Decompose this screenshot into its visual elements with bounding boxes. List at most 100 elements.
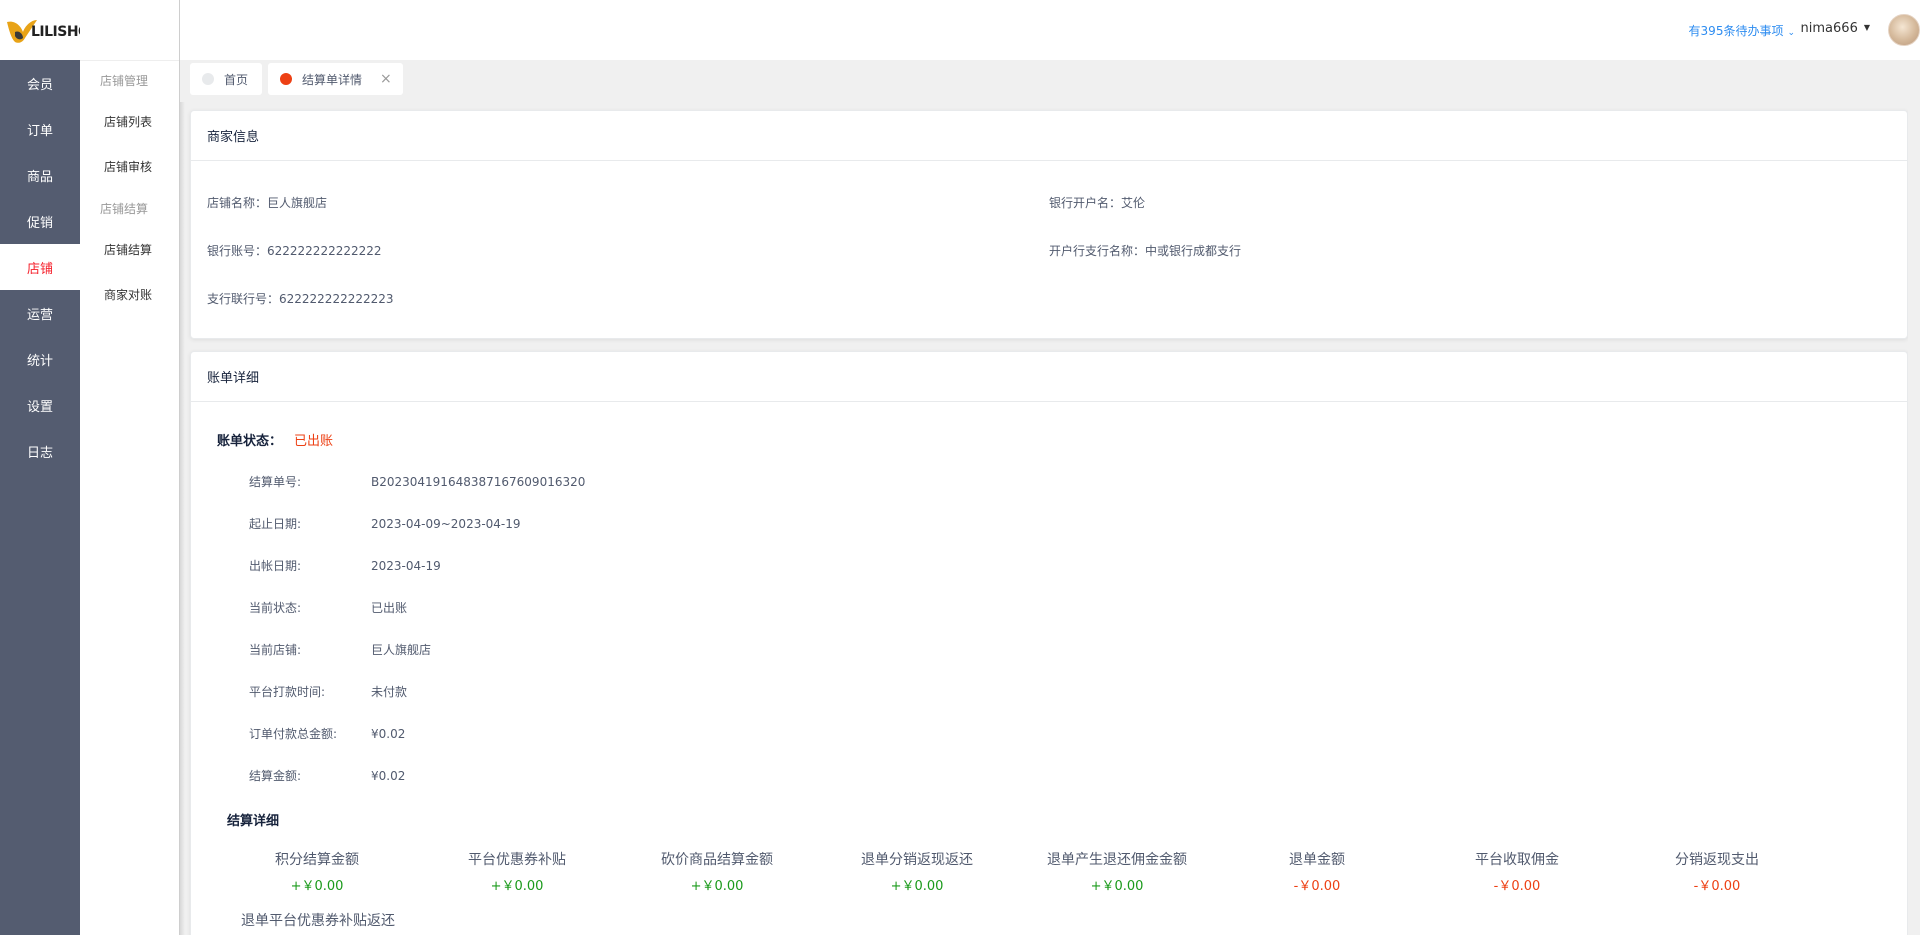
detail-label: 订单付款总金额: <box>249 727 338 741</box>
settle-label: 砍价商品结算金额 <box>661 852 773 868</box>
sub-nav-item-store-list[interactable]: 店铺列表 <box>80 99 179 144</box>
lilishop-logo: LILISHOP <box>3 10 100 50</box>
settle-label: 平台收取佣金 <box>1475 852 1559 868</box>
bank-branch-name: 开户行支行名称：中或银行成都支行 <box>1049 244 1242 258</box>
settle-item-platform-commission: 平台收取佣金 -￥0.00 <box>1417 849 1617 894</box>
settle-item-platform-coupon: 平台优惠券补贴 +￥0.00 <box>417 849 617 894</box>
main-nav-store[interactable]: 店铺 <box>0 244 80 290</box>
settle-label: 分销返现支出 <box>1675 852 1759 868</box>
settle-value: +￥0.00 <box>690 879 744 894</box>
detail-label: 平台打款时间: <box>249 685 326 699</box>
settle-value: -￥0.00 <box>1293 879 1341 894</box>
bill-status-value: 已出账 <box>294 434 334 449</box>
settle-label: 积分结算金额 <box>275 852 359 868</box>
detail-row-order-total: 订单付款总金额: ¥0.02 <box>249 725 405 742</box>
header: 有395条待办事项 ⌄ nima666 ▼ <box>180 0 1920 60</box>
settle-item-refund-amount: 退单金额 -￥0.00 <box>1217 849 1417 894</box>
detail-value: 已出账 <box>371 601 408 615</box>
detail-label: 当前状态: <box>249 601 302 615</box>
detail-row-date-range: 起止日期: 2023-04-09~2023-04-19 <box>249 515 521 532</box>
sub-nav-shadow <box>179 0 185 935</box>
settle-detail-title: 结算详细 <box>227 814 280 829</box>
tab-dot-icon <box>202 73 214 85</box>
main-nav-promotion[interactable]: 促销 <box>0 198 80 244</box>
main-nav-operation[interactable]: 运营 <box>0 290 80 336</box>
sub-nav-item-merchant-reconcile[interactable]: 商家对账 <box>80 272 179 317</box>
merchant-info-card: 商家信息 店铺名称：巨人旗舰店 银行开户名：艾伦 银行账号：6222222222… <box>190 110 1908 339</box>
card-title: 商家信息 <box>191 111 1907 161</box>
tab-label: 结算单详情 <box>302 72 363 87</box>
username: nima666 <box>1800 21 1858 36</box>
content: 商家信息 店铺名称：巨人旗舰店 银行开户名：艾伦 银行账号：6222222222… <box>190 110 1908 935</box>
settle-value: +￥0.00 <box>1090 879 1144 894</box>
settle-item-points: 积分结算金额 +￥0.00 <box>217 849 417 894</box>
tab-settlement-detail[interactable]: 结算单详情 × <box>268 63 403 95</box>
detail-row-sn: 结算单号: B202304191648387167609016320 <box>249 473 585 490</box>
sub-nav-item-store-settle[interactable]: 店铺结算 <box>80 227 179 272</box>
settle-label: 退单分销返现返还 <box>861 852 973 868</box>
sub-nav-item-store-audit[interactable]: 店铺审核 <box>80 144 179 189</box>
bill-status-label: 账单状态： <box>217 434 283 449</box>
bill-status: 账单状态： 已出账 <box>217 430 333 449</box>
close-icon[interactable]: × <box>380 71 392 87</box>
settle-value: +￥0.00 <box>490 879 544 894</box>
todo-dropdown[interactable]: 有395条待办事项 ⌄ <box>1689 22 1795 39</box>
branch-code: 支行联行号：622222222222223 <box>207 292 394 306</box>
main-nav-settings[interactable]: 设置 <box>0 382 80 428</box>
settle-value: +￥0.00 <box>290 879 344 894</box>
tab-label: 首页 <box>224 72 249 87</box>
detail-value: 未付款 <box>371 685 408 699</box>
main-nav-member[interactable]: 会员 <box>0 60 80 106</box>
user-dropdown[interactable]: nima666 ▼ <box>1801 21 1870 36</box>
settle-label: 退单产生退还佣金金额 <box>1047 852 1187 868</box>
main-nav: 会员 订单 商品 促销 店铺 运营 统计 设置 日志 <box>0 60 80 935</box>
main-nav-log[interactable]: 日志 <box>0 428 80 474</box>
detail-label: 起止日期: <box>249 517 302 531</box>
detail-value: 巨人旗舰店 <box>371 643 432 657</box>
detail-row-settle-amount: 结算金额: ¥0.02 <box>249 767 405 784</box>
settle-value: -￥0.00 <box>1493 879 1541 894</box>
settle-item-refund-distribution: 退单分销返现返还 +￥0.00 <box>817 849 1017 894</box>
settle-item-bargain: 砍价商品结算金额 +￥0.00 <box>617 849 817 894</box>
detail-value: B202304191648387167609016320 <box>371 475 586 489</box>
settle-item-refund-coupon-label: 退单平台优惠券补贴返还 <box>241 913 395 929</box>
detail-value: 2023-04-19 <box>371 559 441 573</box>
main-nav-order[interactable]: 订单 <box>0 106 80 152</box>
detail-label: 结算金额: <box>249 769 302 783</box>
bill-detail-card: 账单详细 账单状态： 已出账 结算单号: B20230419164838716760… <box>190 351 1908 935</box>
todo-label: 有395条待办事项 <box>1688 24 1784 38</box>
detail-row-pay-time: 平台打款时间: 未付款 <box>249 683 407 700</box>
avatar[interactable] <box>1888 14 1920 46</box>
settle-value: +￥0.00 <box>890 879 944 894</box>
settle-item-distribution-expense: 分销返现支出 -￥0.00 <box>1617 849 1817 894</box>
settle-value: -￥0.00 <box>1693 879 1741 894</box>
sub-nav: 店铺管理 店铺列表 店铺审核 店铺结算 店铺结算 商家对账 <box>80 0 185 935</box>
detail-row-bill-date: 出帐日期: 2023-04-19 <box>249 557 441 574</box>
detail-row-status: 当前状态: 已出账 <box>249 599 407 616</box>
main-nav-goods[interactable]: 商品 <box>0 152 80 198</box>
tab-home[interactable]: 首页 <box>190 63 262 95</box>
caret-down-icon: ▼ <box>1863 23 1870 32</box>
bank-account-name: 银行开户名：艾伦 <box>1049 196 1146 210</box>
tabs-bar: 首页 结算单详情 × <box>180 60 1920 102</box>
sub-nav-group-store-manage: 店铺管理 <box>100 73 149 88</box>
sub-nav-group-store-settle: 店铺结算 <box>100 201 149 216</box>
detail-value: 2023-04-09~2023-04-19 <box>371 517 521 531</box>
detail-value: ¥0.02 <box>371 727 406 741</box>
tab-dot-icon <box>280 73 292 85</box>
detail-label: 结算单号: <box>249 475 302 489</box>
detail-value: ¥0.02 <box>371 769 406 783</box>
store-name: 店铺名称：巨人旗舰店 <box>207 196 328 210</box>
bank-account-no: 银行账号：622222222222222 <box>207 244 382 258</box>
settle-label: 退单金额 <box>1289 852 1345 868</box>
detail-label: 当前店铺: <box>249 643 302 657</box>
detail-row-store: 当前店铺: 巨人旗舰店 <box>249 641 431 658</box>
settle-item-refund-commission: 退单产生退还佣金金额 +￥0.00 <box>1017 849 1217 894</box>
chevron-down-icon: ⌄ <box>1787 28 1795 38</box>
scrollbar[interactable] <box>1908 102 1920 935</box>
logo[interactable]: LILISHOP <box>0 0 100 60</box>
card-title: 账单详细 <box>191 352 1907 402</box>
main-nav-statistics[interactable]: 统计 <box>0 336 80 382</box>
settle-label: 平台优惠券补贴 <box>468 852 566 868</box>
detail-label: 出帐日期: <box>249 559 302 573</box>
